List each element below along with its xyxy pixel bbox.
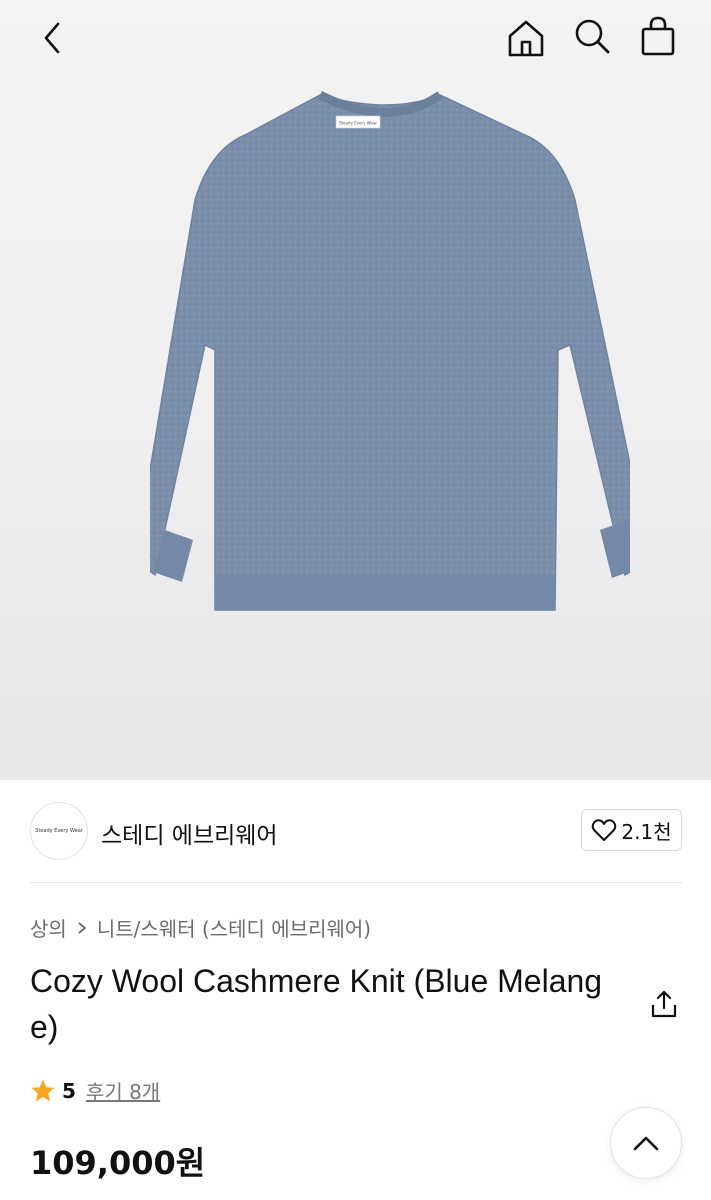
product-title: Cozy Wool Cashmere Knit (Blue Melange) <box>30 963 603 1045</box>
breadcrumb-category[interactable]: 상의 <box>30 913 67 942</box>
heart-icon <box>592 819 617 841</box>
top-navigation-bar <box>0 0 711 80</box>
share-icon <box>651 990 677 1018</box>
divider <box>30 882 682 883</box>
chevron-left-icon <box>44 22 60 54</box>
brand-name[interactable]: 스테디 에브리웨어 <box>101 816 278 850</box>
scroll-to-top-button[interactable] <box>610 1107 682 1179</box>
chevron-right-icon <box>77 921 87 935</box>
brand-logo[interactable]: Steady Every Wear <box>30 802 88 860</box>
share-button[interactable] <box>644 984 684 1024</box>
search-icon <box>575 19 610 54</box>
shopping-bag-icon <box>641 16 675 56</box>
breadcrumb-subcategory[interactable]: 니트/스웨터 (스테디 에브리웨어) <box>97 913 371 942</box>
like-count: 2.1천 <box>621 819 672 844</box>
product-image-area: Steady Every Wear <box>0 0 711 780</box>
product-image: Steady Every Wear <box>150 90 630 611</box>
chevron-up-icon <box>633 1136 659 1151</box>
shopping-bag-button[interactable] <box>632 12 684 60</box>
brand-row: Steady Every Wear 스테디 에브리웨어 2.1천 <box>30 802 682 860</box>
garment-label: Steady Every Wear <box>339 121 377 126</box>
like-button[interactable]: 2.1천 <box>581 809 682 851</box>
breadcrumb: 상의 니트/스웨터 (스테디 에브리웨어) <box>30 913 371 942</box>
star-icon <box>31 1079 55 1101</box>
rating-row: 5 후기 8개 <box>30 1076 160 1105</box>
search-button[interactable] <box>566 12 618 60</box>
home-button[interactable] <box>500 14 552 62</box>
brand-logo-text: Steady Every Wear <box>35 828 83 834</box>
rating-value: 5 <box>62 1078 76 1103</box>
back-button[interactable] <box>28 14 76 62</box>
reviews-link[interactable]: 후기 8개 <box>86 1076 160 1105</box>
home-icon <box>508 20 544 57</box>
product-price: 109,000원 <box>30 1144 206 1182</box>
